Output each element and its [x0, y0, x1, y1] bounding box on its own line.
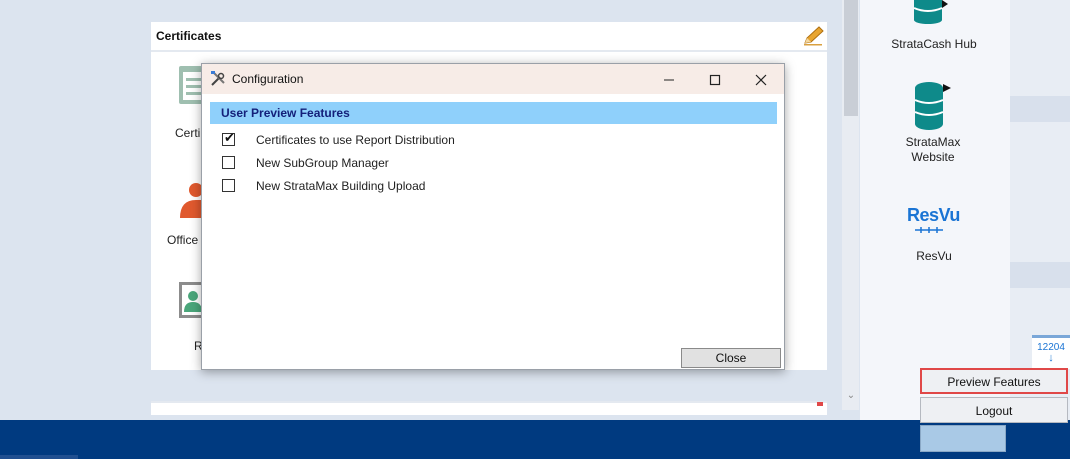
- close-button[interactable]: Close: [681, 348, 781, 368]
- resvu-label[interactable]: ResVu: [874, 249, 994, 264]
- taskbar: [0, 420, 1070, 459]
- configuration-tools-icon: [210, 71, 226, 87]
- certificate-document-icon[interactable]: [179, 66, 203, 104]
- contact-card-icon[interactable]: [179, 282, 203, 318]
- option-label: Certificates to use Report Distribution: [256, 133, 455, 147]
- stratamax-website-label[interactable]: StrataMax Website: [873, 135, 993, 165]
- resvu-logo-text: ResVu: [907, 205, 960, 225]
- dialog-title: Configuration: [232, 72, 304, 86]
- side-strip-band: [1010, 96, 1070, 122]
- database-icon[interactable]: [912, 0, 948, 24]
- user-preview-features-header: User Preview Features: [210, 102, 777, 124]
- option-checkbox[interactable]: [222, 156, 235, 169]
- configuration-dialog: Configuration User Preview Features ✔ Ce…: [201, 63, 785, 370]
- side-strip-band: [1010, 262, 1070, 288]
- calendar-tile[interactable]: 12204 ↓: [1032, 335, 1070, 369]
- certificates-tile-label: Certi: [175, 126, 201, 140]
- minimize-icon[interactable]: [646, 64, 692, 94]
- stratamax-website-text: StrataMax Website: [905, 135, 961, 164]
- user-button[interactable]: [920, 425, 1006, 452]
- scroll-down-arrow-icon[interactable]: ⌄: [845, 390, 857, 404]
- dialog-titlebar[interactable]: Configuration: [202, 64, 784, 94]
- certificates-card-header: [151, 22, 827, 52]
- stratacash-hub-label[interactable]: StrataCash Hub: [874, 37, 994, 52]
- maximize-icon[interactable]: [692, 64, 738, 94]
- taskbar-tab[interactable]: [0, 455, 78, 459]
- checkmark-icon: ✔: [224, 130, 235, 145]
- download-arrow-icon: ↓: [1048, 352, 1054, 364]
- lower-card: [151, 401, 827, 415]
- scrollbar-thumb[interactable]: [844, 0, 858, 116]
- logout-button[interactable]: Logout: [920, 397, 1068, 423]
- option-checkbox[interactable]: ✔: [222, 130, 235, 146]
- resvu-logo[interactable]: ResVu: [907, 205, 961, 237]
- option-label: New StrataMax Building Upload: [256, 179, 426, 193]
- pencil-icon[interactable]: [801, 25, 825, 47]
- certificates-title: Certificates: [156, 29, 222, 43]
- option-checkbox[interactable]: [222, 179, 235, 192]
- preview-features-button[interactable]: Preview Features: [920, 368, 1068, 394]
- database-icon[interactable]: [913, 80, 951, 132]
- option-label: New SubGroup Manager: [256, 156, 389, 170]
- lower-card-edit-icon: [817, 402, 823, 406]
- close-icon[interactable]: [738, 64, 784, 94]
- office-tile-label: Office: [167, 233, 199, 247]
